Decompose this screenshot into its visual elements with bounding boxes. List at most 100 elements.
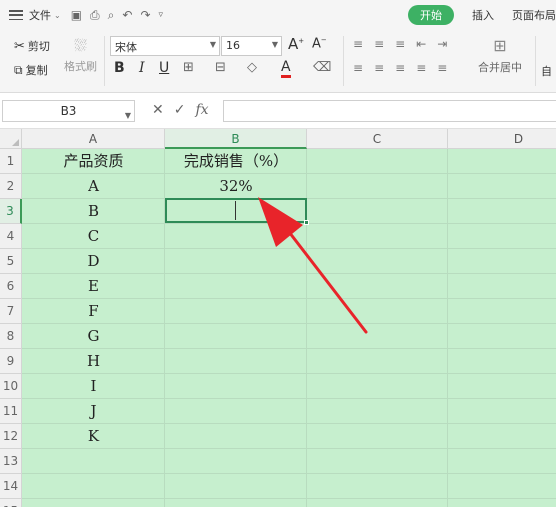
merge-center-icon: ⊞ xyxy=(493,36,507,55)
font-name-select[interactable]: 宋体 ▼ xyxy=(110,36,220,56)
select-all-corner[interactable] xyxy=(0,129,22,149)
paintbrush-icon: ⛆ xyxy=(74,36,87,55)
row-header-3[interactable]: 3 xyxy=(0,199,22,224)
redo-icon[interactable]: ↷ xyxy=(140,8,150,22)
print-icon[interactable]: ⎙ xyxy=(90,8,100,23)
row-header-10[interactable]: 10 xyxy=(0,374,22,399)
align-right-icon[interactable]: ≡ xyxy=(395,61,405,75)
chevron-down-icon: ▼ xyxy=(209,40,216,49)
underline-icon[interactable]: U xyxy=(159,60,169,76)
column-gridline xyxy=(447,149,448,507)
file-menu[interactable]: 文件 ⌄ xyxy=(29,7,61,23)
merge-cells-icon[interactable]: ⊟ xyxy=(215,60,226,75)
cell-a9[interactable]: H xyxy=(22,349,165,374)
chevron-down-icon: ▼ xyxy=(124,111,131,120)
align-bottom-icon[interactable]: ≡ xyxy=(395,37,405,51)
active-cell-b3[interactable] xyxy=(165,198,309,225)
cell-a11[interactable]: J xyxy=(22,399,165,424)
cell-b2[interactable]: 32% xyxy=(165,174,307,199)
format-painter-button[interactable]: ⛆ 格式刷 xyxy=(64,36,97,74)
borders-icon[interactable]: ⊞ xyxy=(183,60,194,75)
auto-wrap-button[interactable]: 自 xyxy=(541,63,552,79)
tab-insert[interactable]: 插入 xyxy=(472,7,494,23)
spreadsheet-grid[interactable]: A B C D 123456789101112131415 产品资质ABCDEF… xyxy=(0,129,556,507)
formula-bar: B3 ▼ ✕ ✓ fx xyxy=(0,93,556,129)
row-header-13[interactable]: 13 xyxy=(0,449,22,474)
cancel-icon[interactable]: ✕ xyxy=(152,102,164,118)
row-gridline xyxy=(22,498,556,499)
row-header-11[interactable]: 11 xyxy=(0,399,22,424)
justify-icon[interactable]: ≡ xyxy=(416,61,426,75)
row-header-14[interactable]: 14 xyxy=(0,474,22,499)
copy-button[interactable]: ⧉ 复制 xyxy=(14,62,48,78)
menu-bar: 文件 ⌄ ▣ ⎙ ⌕ ↶ ↷ ▿ 开始 插入 页面布局 xyxy=(0,0,556,30)
row-header-7[interactable]: 7 xyxy=(0,299,22,324)
save-icon[interactable]: ▣ xyxy=(71,8,82,22)
cell-b1[interactable]: 完成销售（%） xyxy=(165,149,307,174)
chevron-down-icon: ⌄ xyxy=(54,10,61,20)
row-header-6[interactable]: 6 xyxy=(0,274,22,299)
decrease-font-icon[interactable]: A− xyxy=(312,36,327,51)
cell-a7[interactable]: F xyxy=(22,299,165,324)
column-header-d[interactable]: D xyxy=(448,129,556,149)
fill-color-icon[interactable]: ◇ xyxy=(247,60,257,75)
increase-font-icon[interactable]: A+ xyxy=(288,35,304,53)
italic-icon[interactable]: I xyxy=(139,60,145,76)
cell-a1[interactable]: 产品资质 xyxy=(22,149,165,174)
ribbon-divider xyxy=(343,36,344,86)
cell-a10[interactable]: I xyxy=(22,374,165,399)
font-size-value: 16 xyxy=(226,39,240,52)
confirm-icon[interactable]: ✓ xyxy=(174,102,186,118)
distributed-icon[interactable]: ≡ xyxy=(437,61,447,75)
tab-home[interactable]: 开始 xyxy=(408,5,454,25)
font-color-icon[interactable]: A xyxy=(281,59,291,78)
align-left-icon[interactable]: ≡ xyxy=(353,61,363,75)
column-header-a[interactable]: A xyxy=(22,129,165,149)
cell-a6[interactable]: E xyxy=(22,274,165,299)
row-header-8[interactable]: 8 xyxy=(0,324,22,349)
cell-a5[interactable]: D xyxy=(22,249,165,274)
clear-format-icon[interactable]: ⌫ xyxy=(313,60,331,75)
ribbon: ✂ 剪切 ⧉ 复制 ⛆ 格式刷 宋体 ▼ 16 ▼ A+ A− B I U ⊞ … xyxy=(0,30,556,93)
cell-a3[interactable]: B xyxy=(22,199,165,224)
cell-a8[interactable]: G xyxy=(22,324,165,349)
row-header-1[interactable]: 1 xyxy=(0,149,22,174)
name-box[interactable]: B3 ▼ xyxy=(2,100,135,122)
bold-icon[interactable]: B xyxy=(114,60,125,76)
print-preview-icon[interactable]: ⌕ xyxy=(108,8,115,23)
row-header-9[interactable]: 9 xyxy=(0,349,22,374)
horizontal-align-group: ≡ ≡ ≡ ≡ ≡ xyxy=(353,61,447,75)
insert-function-icon[interactable]: fx xyxy=(195,102,208,118)
formula-input[interactable] xyxy=(223,100,556,122)
customize-toolbar-icon[interactable]: ▿ xyxy=(159,10,164,20)
column-header-c[interactable]: C xyxy=(307,129,448,149)
row-header-12[interactable]: 12 xyxy=(0,424,22,449)
ribbon-divider xyxy=(535,36,536,86)
align-top-icon[interactable]: ≡ xyxy=(353,37,363,51)
fill-handle[interactable] xyxy=(304,220,309,225)
hamburger-menu-icon[interactable] xyxy=(9,8,23,22)
ribbon-divider xyxy=(104,36,105,86)
row-header-2[interactable]: 2 xyxy=(0,174,22,199)
align-center-icon[interactable]: ≡ xyxy=(374,61,384,75)
merge-center-button[interactable]: ⊞ 合并居中 xyxy=(478,36,522,75)
copy-icon: ⧉ xyxy=(14,62,23,77)
chevron-down-icon: ▼ xyxy=(271,40,278,49)
cell-a2[interactable]: A xyxy=(22,174,165,199)
cell-a4[interactable]: C xyxy=(22,224,165,249)
row-header-4[interactable]: 4 xyxy=(0,224,22,249)
name-box-value: B3 xyxy=(60,104,77,118)
text-cursor xyxy=(235,201,236,220)
undo-icon[interactable]: ↶ xyxy=(122,8,132,22)
cell-a12[interactable]: K xyxy=(22,424,165,449)
font-size-select[interactable]: 16 ▼ xyxy=(221,36,282,56)
indent-increase-icon[interactable]: ⇥ xyxy=(437,37,447,51)
indent-decrease-icon[interactable]: ⇤ xyxy=(416,37,426,51)
auto-wrap-label: 自 xyxy=(541,65,552,78)
row-header-15[interactable]: 15 xyxy=(0,499,22,507)
tab-page-layout[interactable]: 页面布局 xyxy=(512,7,556,23)
cut-button[interactable]: ✂ 剪切 xyxy=(14,38,50,54)
row-header-5[interactable]: 5 xyxy=(0,249,22,274)
align-middle-icon[interactable]: ≡ xyxy=(374,37,384,51)
column-header-b[interactable]: B xyxy=(165,129,307,149)
